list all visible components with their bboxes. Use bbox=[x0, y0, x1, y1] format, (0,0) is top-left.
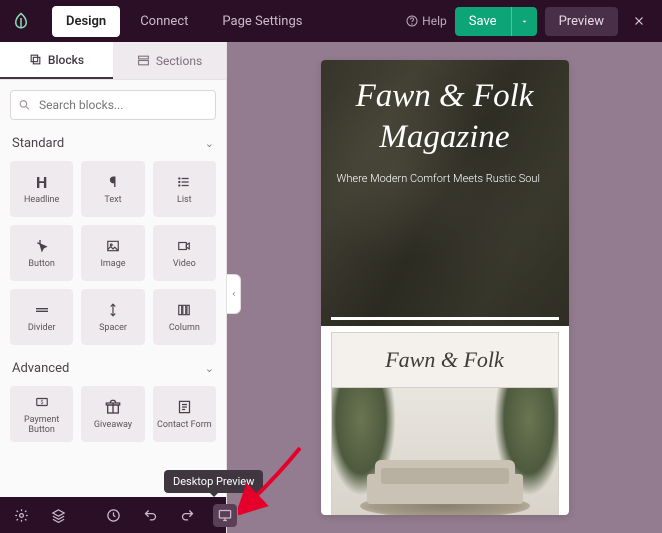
search-input[interactable] bbox=[10, 90, 216, 120]
settings-button[interactable] bbox=[10, 504, 33, 527]
list-icon bbox=[176, 172, 192, 192]
top-nav: Design Connect Page Settings bbox=[52, 6, 316, 37]
block-headline[interactable]: H Headline bbox=[10, 161, 73, 217]
history-button[interactable] bbox=[102, 504, 125, 527]
preview-button[interactable]: Preview bbox=[545, 7, 618, 36]
search-icon bbox=[18, 99, 31, 112]
block-button[interactable]: Button bbox=[10, 225, 73, 281]
block-divider[interactable]: Divider bbox=[10, 289, 73, 345]
top-actions: Help Save Preview bbox=[406, 7, 652, 36]
sections-icon bbox=[137, 54, 150, 67]
redo-button[interactable] bbox=[176, 504, 199, 527]
undo-button[interactable] bbox=[139, 504, 162, 527]
save-group: Save bbox=[455, 7, 537, 36]
hero-section[interactable]: Fawn & Folk Magazine Where Modern Comfor… bbox=[321, 60, 569, 326]
block-contact-label: Contact Form bbox=[157, 421, 212, 431]
standard-grid: HHeadline ¶Text List Button Image Video … bbox=[0, 157, 226, 355]
caret-down-icon bbox=[520, 17, 529, 26]
section-standard-label: Standard bbox=[12, 136, 64, 151]
bottom-bar bbox=[0, 497, 226, 533]
block-giveaway[interactable]: Giveaway bbox=[81, 386, 144, 442]
tab-blocks-label: Blocks bbox=[48, 53, 84, 67]
payment-icon: $ bbox=[34, 392, 50, 412]
block-spacer-label: Spacer bbox=[99, 324, 127, 334]
hero-subtitle[interactable]: Where Modern Comfort Meets Rustic Soul bbox=[337, 171, 553, 186]
block-divider-label: Divider bbox=[28, 324, 56, 334]
block-text[interactable]: ¶ Text bbox=[81, 161, 144, 217]
card-image[interactable] bbox=[332, 388, 558, 515]
headline-icon: H bbox=[36, 172, 47, 192]
section-advanced-label: Advanced bbox=[12, 361, 69, 376]
chevron-down-icon: ⌄ bbox=[205, 362, 214, 375]
tab-blocks[interactable]: Blocks bbox=[0, 42, 113, 79]
card-title[interactable]: Fawn & Folk bbox=[332, 333, 558, 388]
block-giveaway-label: Giveaway bbox=[94, 421, 132, 431]
save-dropdown[interactable] bbox=[511, 7, 537, 36]
column-icon bbox=[176, 300, 192, 320]
redo-icon bbox=[180, 508, 195, 523]
help-label: Help bbox=[422, 14, 447, 28]
block-payment-button[interactable]: $ Payment Button bbox=[10, 386, 73, 442]
block-text-label: Text bbox=[104, 196, 121, 206]
left-sidebar: Blocks Sections Standard ⌄ H Headline bbox=[0, 42, 227, 533]
help-link[interactable]: Help bbox=[406, 14, 447, 28]
block-headline-label: Headline bbox=[24, 196, 59, 206]
text-icon: ¶ bbox=[109, 172, 116, 192]
layers-button[interactable] bbox=[47, 504, 70, 527]
block-spacer[interactable]: Spacer bbox=[81, 289, 144, 345]
block-column[interactable]: Column bbox=[153, 289, 216, 345]
divider-icon bbox=[34, 300, 50, 320]
canvas[interactable]: Fawn & Folk Magazine Where Modern Comfor… bbox=[227, 42, 662, 533]
content-card[interactable]: Fawn & Folk bbox=[331, 332, 559, 515]
help-icon bbox=[406, 15, 418, 27]
block-video[interactable]: Video bbox=[153, 225, 216, 281]
section-standard[interactable]: Standard ⌄ bbox=[0, 130, 226, 157]
save-button[interactable]: Save bbox=[455, 7, 511, 36]
block-button-label: Button bbox=[28, 260, 54, 270]
preview-device[interactable]: Fawn & Folk Magazine Where Modern Comfor… bbox=[321, 60, 569, 515]
sidebar-tabs: Blocks Sections bbox=[0, 42, 226, 80]
chevron-down-icon: ⌄ bbox=[205, 137, 214, 150]
top-bar: Design Connect Page Settings Help Save P… bbox=[0, 0, 662, 42]
video-icon bbox=[176, 236, 192, 256]
search-wrap bbox=[0, 80, 226, 130]
block-image[interactable]: Image bbox=[81, 225, 144, 281]
block-image-label: Image bbox=[100, 260, 125, 270]
block-contact-form[interactable]: Contact Form bbox=[153, 386, 216, 442]
blocks-scroll[interactable]: Standard ⌄ H Headline ¶ Text List Button I… bbox=[0, 130, 226, 497]
gear-icon bbox=[14, 508, 29, 523]
block-column-label: Column bbox=[169, 324, 200, 334]
undo-icon bbox=[143, 508, 158, 523]
close-button[interactable] bbox=[626, 14, 652, 28]
nav-design[interactable]: Design bbox=[52, 6, 120, 37]
spacer-icon bbox=[106, 300, 120, 320]
nav-connect[interactable]: Connect bbox=[126, 6, 202, 37]
tab-sections-label: Sections bbox=[156, 54, 202, 68]
hero-title[interactable]: Fawn & Folk Magazine bbox=[337, 76, 553, 159]
image-icon bbox=[105, 236, 121, 256]
close-icon bbox=[632, 14, 646, 28]
giveaway-icon bbox=[105, 397, 121, 417]
button-icon bbox=[34, 236, 50, 256]
block-payment-label: Payment Button bbox=[24, 416, 59, 436]
sofa-decoration bbox=[375, 460, 515, 504]
tab-sections[interactable]: Sections bbox=[113, 42, 226, 79]
main-area: Blocks Sections Standard ⌄ H Headline bbox=[0, 42, 662, 533]
nav-page-settings[interactable]: Page Settings bbox=[208, 6, 316, 37]
block-list[interactable]: List bbox=[153, 161, 216, 217]
advanced-grid: $ Payment Button Giveaway Contact Form bbox=[0, 382, 226, 452]
form-icon bbox=[177, 397, 192, 417]
blocks-icon bbox=[29, 53, 42, 66]
history-icon bbox=[106, 508, 121, 523]
brand-logo[interactable] bbox=[10, 10, 32, 32]
block-list-label: List bbox=[177, 196, 192, 206]
section-advanced[interactable]: Advanced ⌄ bbox=[0, 355, 226, 382]
svg-text:$: $ bbox=[40, 399, 43, 406]
layers-icon bbox=[51, 508, 66, 523]
block-video-label: Video bbox=[173, 260, 196, 270]
